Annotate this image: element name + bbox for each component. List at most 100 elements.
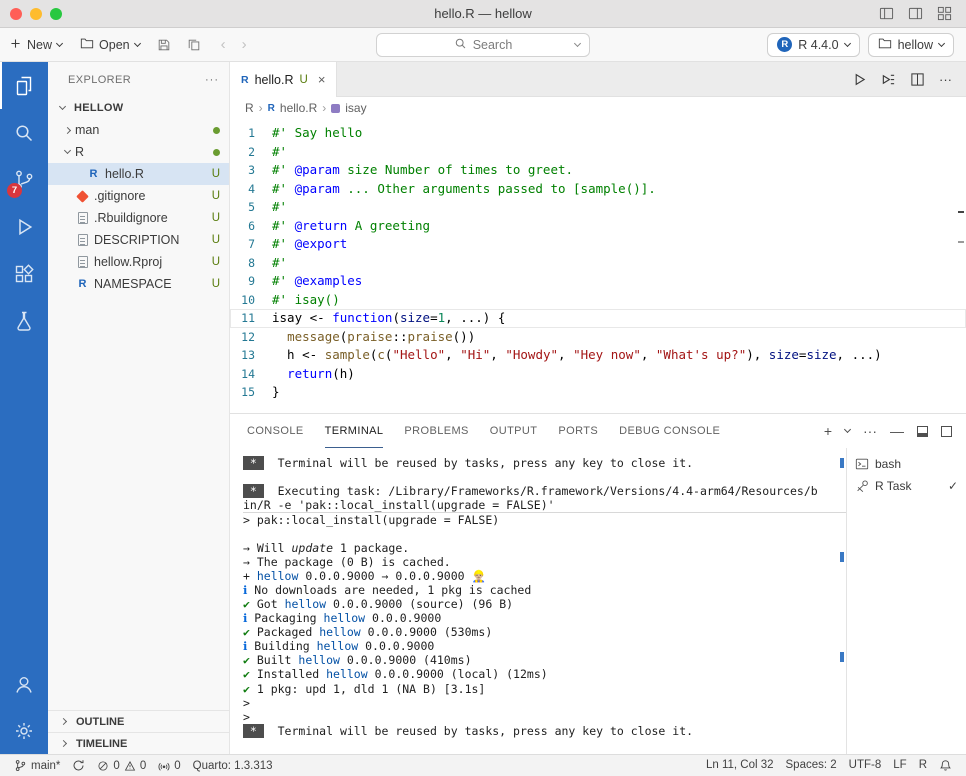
zoom-window-button[interactable]: [50, 8, 62, 20]
code-line[interactable]: 2#': [230, 143, 966, 162]
problems-indicator[interactable]: 0 0: [91, 755, 152, 776]
close-tab-icon[interactable]: ×: [318, 72, 326, 87]
code-line[interactable]: 13 h <- sample(c("Hello", "Hi", "Howdy",…: [230, 346, 966, 365]
panel-tab-output[interactable]: OUTPUT: [490, 414, 538, 448]
git-branch-indicator[interactable]: main*: [8, 755, 66, 776]
indentation-setting[interactable]: Spaces: 2: [780, 759, 843, 771]
chevron-down-icon: [574, 39, 581, 46]
tree-item-namespace[interactable]: RNAMESPACEU: [48, 273, 229, 295]
ports-indicator[interactable]: 0: [152, 755, 186, 776]
interpreter-selector[interactable]: R R 4.4.0: [767, 33, 859, 57]
save-icon[interactable]: [149, 38, 179, 52]
navigate-back-icon[interactable]: ‹: [221, 36, 226, 53]
workspace-selector[interactable]: hellow: [868, 33, 954, 57]
titlebar: hello.R — hellow: [0, 0, 966, 28]
terminal-line: ✔ Built hellow 0.0.0.9000 (410ms): [243, 653, 846, 667]
global-search-input[interactable]: Search: [376, 33, 590, 57]
code-line[interactable]: 1#' Say hello: [230, 124, 966, 143]
account-icon[interactable]: [0, 660, 48, 707]
navigate-forward-icon[interactable]: ›: [242, 36, 247, 53]
maximize-panel-icon[interactable]: [941, 426, 952, 437]
terminal-line: + hellow 0.0.0.9000 → 0.0.0.9000 👷🏼‍♂: [243, 569, 846, 583]
new-button[interactable]: New: [0, 28, 71, 61]
tree-item-r[interactable]: R: [48, 141, 229, 163]
cursor-position[interactable]: Ln 11, Col 32: [700, 759, 780, 771]
breadcrumb-symbol[interactable]: isay: [345, 101, 366, 115]
toggle-panel-icon[interactable]: [908, 6, 923, 21]
tree-item-hellow.rproj[interactable]: hellow.RprojU: [48, 251, 229, 273]
code-line[interactable]: 14 return(h): [230, 365, 966, 384]
status-bar: main* 0 0 0 Quarto: 1.3.313 Ln 11, Col 3…: [0, 754, 966, 776]
breadcrumb-file[interactable]: hello.R: [280, 101, 317, 115]
tree-item-rbuildignore[interactable]: .RbuildignoreU: [48, 207, 229, 229]
code-line[interactable]: 12 message(praise::praise()): [230, 328, 966, 347]
code-line[interactable]: 8#': [230, 254, 966, 273]
search-icon: [454, 37, 467, 53]
activity-search-icon[interactable]: [0, 109, 48, 156]
code-line[interactable]: 3#' @param size Number of times to greet…: [230, 161, 966, 180]
code-line[interactable]: 5#': [230, 198, 966, 217]
tree-item-description[interactable]: DESCRIPTIONU: [48, 229, 229, 251]
eol-setting[interactable]: LF: [887, 759, 912, 771]
panel-tab-console[interactable]: CONSOLE: [247, 414, 304, 448]
activity-explorer-icon[interactable]: [0, 62, 48, 109]
quarto-version[interactable]: Quarto: 1.3.313: [187, 755, 279, 776]
explorer-more-actions-icon[interactable]: ···: [205, 74, 219, 86]
panel-tab-debug-console[interactable]: DEBUG CONSOLE: [619, 414, 720, 448]
code-line[interactable]: 7#' @export: [230, 235, 966, 254]
git-modified-dot: [213, 149, 220, 156]
activity-extensions-icon[interactable]: [0, 250, 48, 297]
minimize-window-button[interactable]: [30, 8, 42, 20]
r-file-icon: R: [241, 74, 249, 86]
branch-icon: [14, 759, 27, 772]
tab-hello-r[interactable]: R hello.R U ×: [230, 62, 337, 97]
code-line[interactable]: 15}: [230, 383, 966, 402]
breadcrumb-folder[interactable]: R: [245, 101, 254, 115]
restore-panel-icon[interactable]: [917, 426, 928, 437]
more-actions-icon[interactable]: ···: [939, 72, 952, 87]
run-file-icon[interactable]: [852, 72, 867, 87]
tree-item-hello.r[interactable]: Rhello.RU: [48, 163, 229, 185]
sync-changes-button[interactable]: [66, 755, 91, 776]
save-all-icon[interactable]: [179, 38, 209, 52]
chevron-down-icon[interactable]: [844, 426, 851, 433]
terminal-instance-bash[interactable]: bash: [847, 453, 966, 475]
toggle-sidebar-icon[interactable]: [879, 6, 894, 21]
split-editor-icon[interactable]: [910, 72, 925, 87]
tree-item-man[interactable]: man: [48, 119, 229, 141]
plus-icon: [9, 37, 22, 53]
activity-source-control-icon[interactable]: 7: [0, 156, 48, 203]
code-line[interactable]: 10#' isay(): [230, 291, 966, 310]
panel-tab-terminal[interactable]: TERMINAL: [325, 414, 384, 448]
panel-tab-problems[interactable]: PROBLEMS: [404, 414, 468, 448]
minimize-panel-icon[interactable]: —: [890, 424, 904, 438]
language-mode[interactable]: R: [913, 759, 933, 771]
notifications-bell-icon[interactable]: [933, 759, 958, 772]
tree-item-gitignore[interactable]: .gitignoreU: [48, 185, 229, 207]
terminal-instance-r-task[interactable]: R Task ✓: [847, 475, 966, 497]
new-terminal-icon[interactable]: +: [824, 424, 832, 438]
git-status-badge: U: [212, 256, 220, 268]
code-line[interactable]: 11isay <- function(size=1, ...) {: [230, 309, 966, 328]
timeline-section-header[interactable]: TIMELINE: [48, 732, 229, 754]
settings-gear-icon[interactable]: [0, 707, 48, 754]
open-button[interactable]: Open: [71, 28, 149, 61]
chevron-down-icon: [938, 39, 945, 46]
code-line[interactable]: 4#' @param ... Other arguments passed to…: [230, 180, 966, 199]
activity-testing-icon[interactable]: [0, 297, 48, 344]
layout-grid-icon[interactable]: [937, 6, 952, 21]
more-actions-icon[interactable]: ···: [863, 424, 877, 438]
run-source-icon[interactable]: [881, 72, 896, 87]
code-editor[interactable]: 1#' Say hello2#'3#' @param size Number o…: [230, 119, 966, 413]
terminal-output[interactable]: * Terminal will be reused by tasks, pres…: [230, 448, 846, 754]
outline-section-header[interactable]: OUTLINE: [48, 710, 229, 732]
workspace-root-item[interactable]: HELLOW: [48, 97, 229, 119]
chevron-down-icon: [56, 39, 63, 46]
activity-run-debug-icon[interactable]: [0, 203, 48, 250]
close-window-button[interactable]: [10, 8, 22, 20]
window-controls: [0, 8, 62, 20]
panel-tab-ports[interactable]: PORTS: [558, 414, 598, 448]
code-line[interactable]: 9#' @examples: [230, 272, 966, 291]
encoding-setting[interactable]: UTF-8: [843, 759, 888, 771]
code-line[interactable]: 6#' @return A greeting: [230, 217, 966, 236]
